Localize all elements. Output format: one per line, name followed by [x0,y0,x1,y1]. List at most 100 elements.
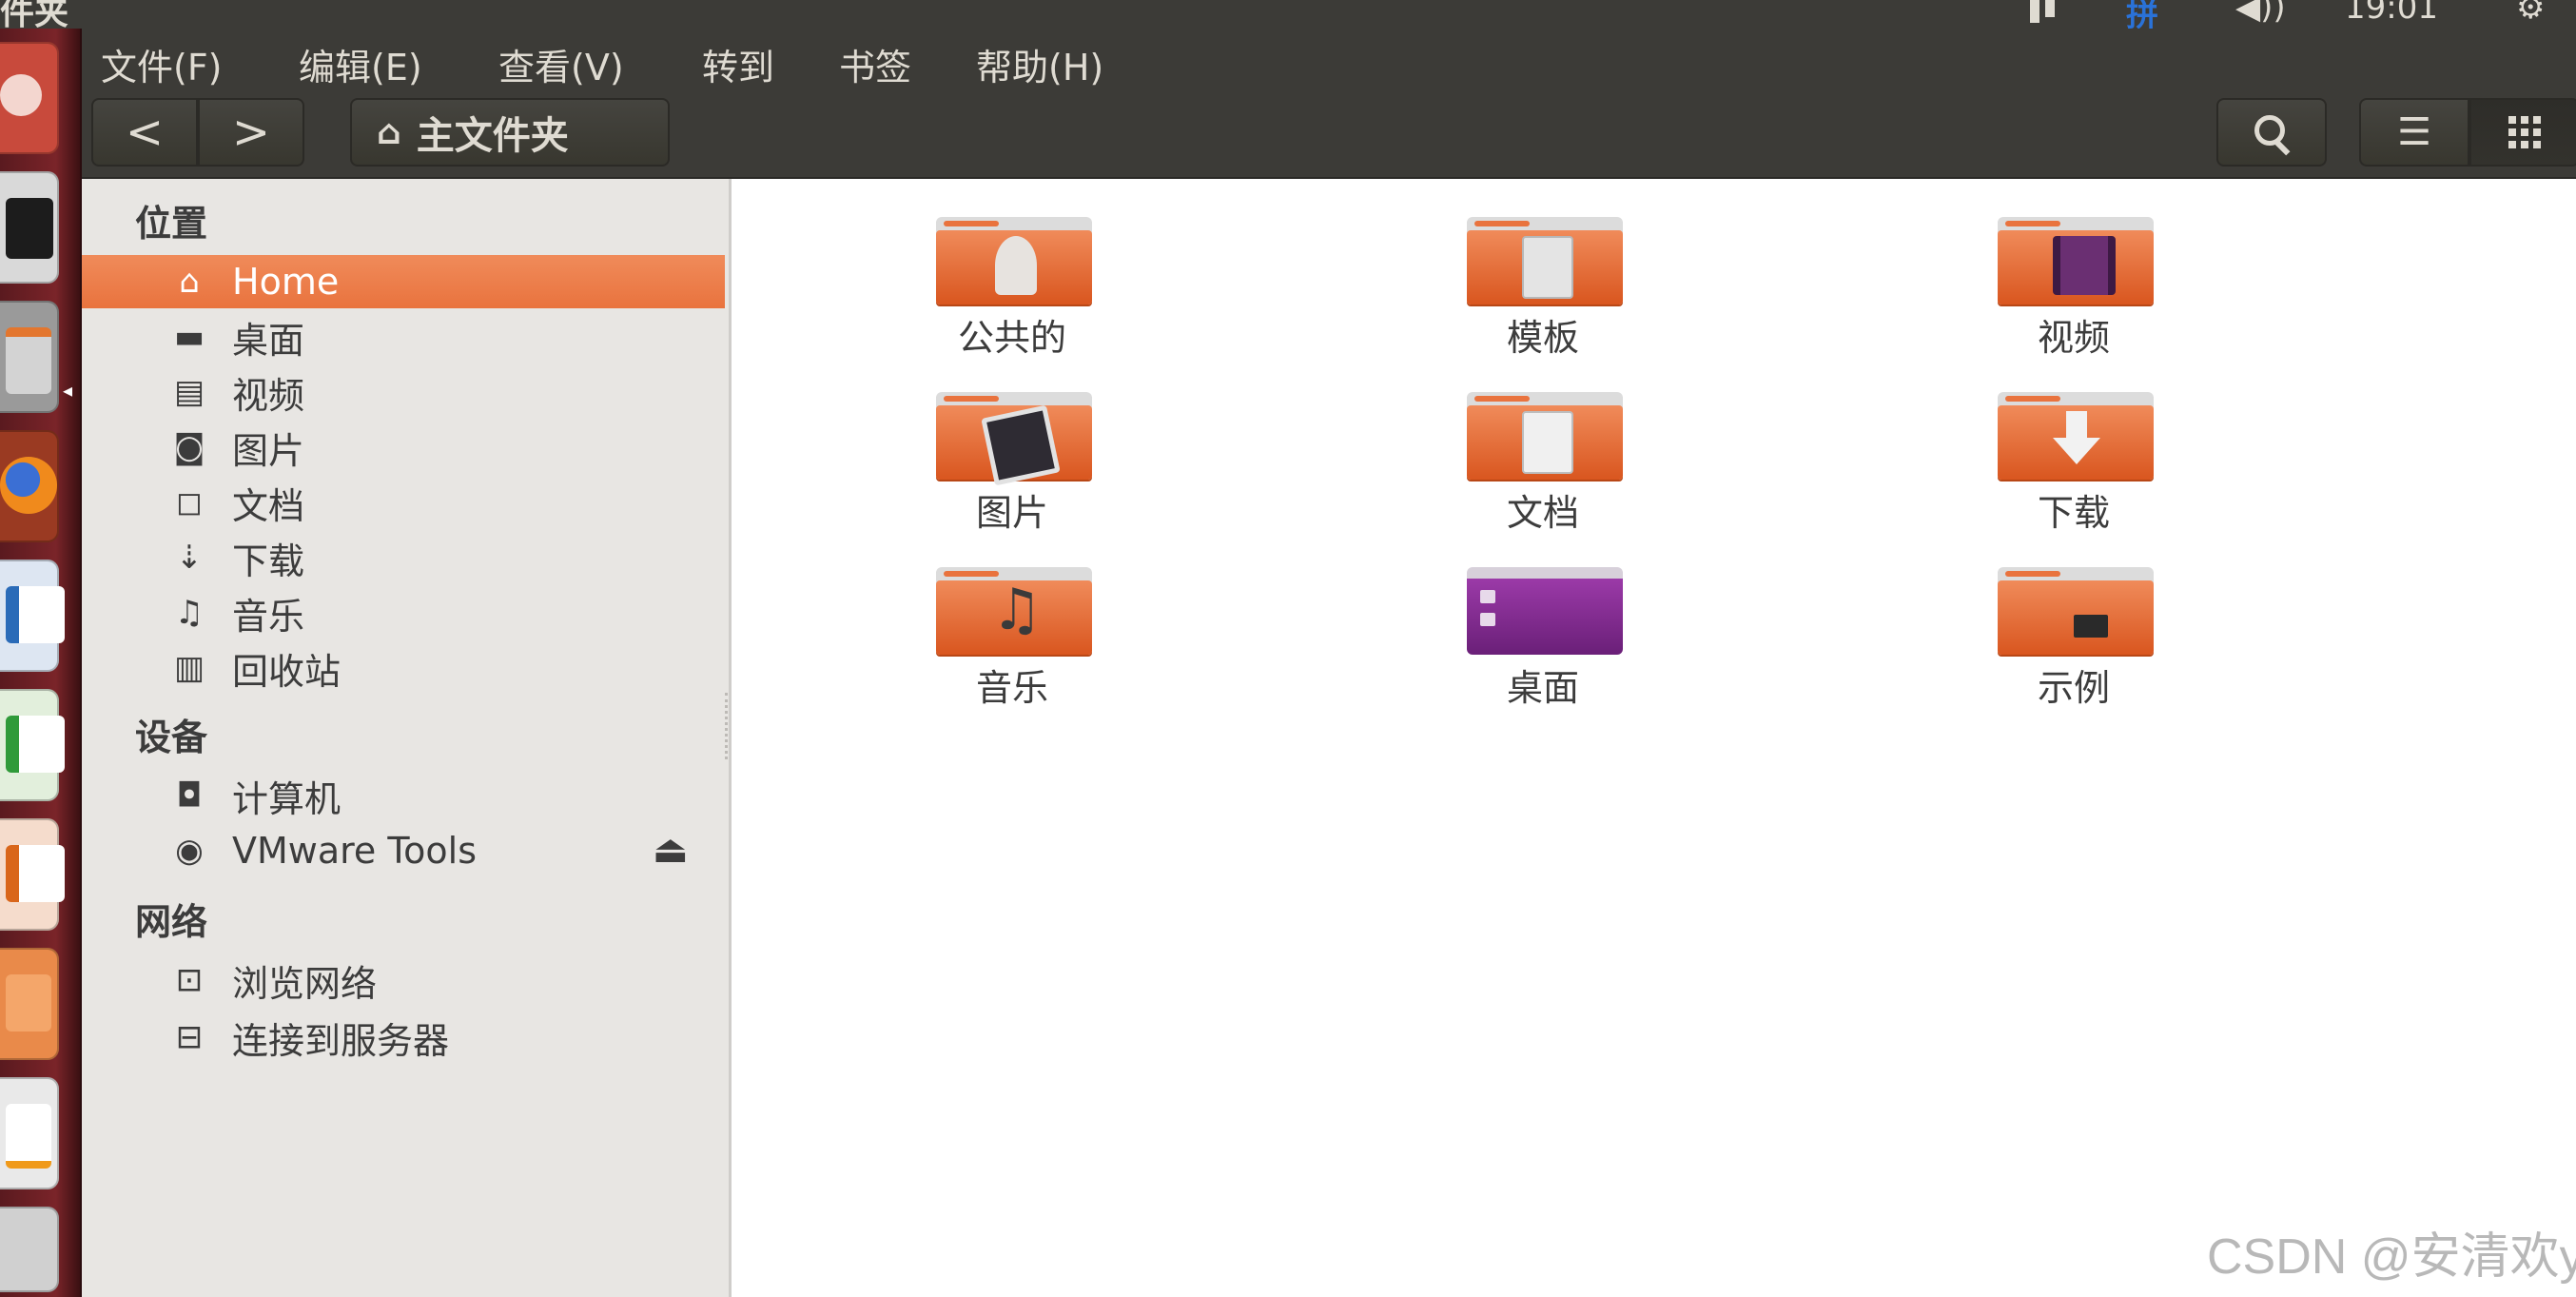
sidebar-item-videos[interactable]: ▤ 视频 [82,365,725,419]
file-item-label: 图片 [975,492,1048,534]
pictures-emblem-icon [981,404,1061,486]
network-indicator-icon[interactable] [2024,0,2062,29]
list-icon: ☰ [2397,110,2431,154]
grid-icon [2508,116,2541,148]
folder-icon [936,392,1092,486]
folder-icon [936,217,1092,305]
section-title-places: 位置 [135,203,208,245]
more-apps-icon[interactable] [0,1207,59,1292]
sidebar-item-home[interactable]: ⌂ Home [82,255,725,308]
folder-icon [1998,217,2154,305]
file-item-pictures[interactable]: 图片 [898,360,1126,534]
file-item-label: 桌面 [1506,667,1579,709]
list-view-button[interactable]: ☰ [2359,98,2469,167]
file-item-downloads[interactable]: 下载 [1960,360,2188,534]
video-emblem-icon [2053,236,2116,295]
file-item-label: 示例 [2037,667,2110,709]
software-center-icon[interactable] [0,948,59,1060]
disc-icon: ◉ [175,832,204,870]
menu-edit[interactable]: 编辑(E) [299,38,422,90]
file-view[interactable]: 公共的 模板 视频 图片 文档 下载 ♫ 音乐 桌面 示例 [732,179,2576,1297]
sidebar-item-music[interactable]: ♫ 音乐 [82,586,725,639]
input-method-indicator[interactable]: 拼 [2126,0,2158,29]
sidebar-item-computer[interactable]: ◘ 计算机 [82,769,725,822]
volume-icon[interactable]: ◀)) [2235,0,2286,27]
toolbar: < > ⌂ 主文件夹 ☰ [82,95,2576,179]
file-item-label: 下载 [2037,492,2110,534]
menu-go[interactable]: 转到 [702,38,774,90]
sidebar-item-pictures[interactable]: ◙ 图片 [82,421,725,474]
settings-gear-icon[interactable]: ⚙ [2516,0,2545,27]
file-item-music[interactable]: ♫ 音乐 [898,535,1126,709]
sidebar-item-desktop[interactable]: ▬ 桌面 [82,310,725,364]
writer-icon[interactable] [0,560,65,672]
sidebar-item-label: 图片 [232,429,305,472]
file-item-videos[interactable]: 视频 [1960,185,2188,359]
file-item-examples[interactable]: 示例 [1960,535,2188,709]
folder-icon [1998,567,2154,655]
eject-icon[interactable]: ⏏ [653,828,689,872]
symlink-emblem-icon [2053,586,2108,645]
sidebar-item-label: 连接到服务器 [232,1019,450,1062]
menu-help[interactable]: 帮助(H) [976,38,1103,90]
files-icon[interactable] [0,301,59,413]
path-bar-home-button[interactable]: ⌂ 主文件夹 [350,98,670,167]
top-panel: 件夹 拼 ◀)) 19:01 ⚙ [0,0,2576,29]
download-emblem-icon [2053,411,2100,470]
network-icon: ⊡ [175,961,204,999]
sidebar-resize-handle[interactable] [725,693,732,759]
sidebar-item-label: 浏览网络 [232,962,378,1005]
sidebar-item-label: 音乐 [232,595,305,638]
folder-icon [1467,217,1623,305]
music-emblem-icon: ♫ [991,577,1043,643]
sidebar-item-vmware-tools[interactable]: ◉ VMware Tools ⏏ [82,824,725,877]
file-item-label: 模板 [1506,317,1579,359]
section-title-devices: 设备 [135,717,208,758]
forward-button[interactable]: > [198,98,304,167]
launcher: ◂ [0,29,82,1297]
path-bar-label: 主文件夹 [416,114,569,158]
menu-bookmarks[interactable]: 书签 [839,38,911,90]
dash-icon[interactable] [0,42,59,154]
file-item-templates[interactable]: 模板 [1429,185,1657,359]
menubar: 文件(F) 编辑(E) 查看(V) 转到 书签 帮助(H) [82,29,2576,95]
sidebar-item-connect-server[interactable]: ⊟ 连接到服务器 [82,1011,725,1064]
amazon-icon[interactable] [0,1077,59,1189]
file-item-documents[interactable]: 文档 [1429,360,1657,534]
clock[interactable]: 19:01 [2345,0,2438,27]
sidebar-item-label: 回收站 [232,650,342,693]
sidebar: 位置 ⌂ Home ▬ 桌面 ▤ 视频 ◙ 图片 ◻ 文档 ⇣ 下载 ♫ 音乐 … [82,179,732,1297]
person-emblem-icon [995,236,1037,295]
file-item-public[interactable]: 公共的 [898,185,1126,359]
sidebar-item-trash[interactable]: ▥ 回收站 [82,641,725,695]
watermark: CSDN @安清欢y [2207,1229,2576,1285]
file-item-desktop[interactable]: 桌面 [1429,535,1657,709]
desktop-folder-icon [1467,567,1623,655]
documents-emblem-icon [1522,411,1573,474]
sidebar-item-browse-network[interactable]: ⊡ 浏览网络 [82,953,725,1007]
impress-icon[interactable] [0,818,65,931]
sidebar-item-downloads[interactable]: ⇣ 下载 [82,531,725,584]
menu-file[interactable]: 文件(F) [101,38,223,90]
back-button[interactable]: < [91,98,198,167]
sidebar-item-documents[interactable]: ◻ 文档 [82,476,725,529]
sidebar-item-label: VMware Tools [232,830,478,872]
file-item-label: 视频 [2037,317,2110,359]
camera-icon: ◙ [173,428,205,466]
home-icon: ⌂ [179,263,200,301]
template-emblem-icon [1522,236,1573,299]
firefox-icon[interactable] [0,430,59,542]
search-button[interactable] [2216,98,2327,167]
calc-icon[interactable] [0,689,65,801]
active-app-arrow-icon: ◂ [63,379,73,402]
music-icon: ♫ [174,594,205,632]
sidebar-item-label: Home [232,261,340,303]
video-icon: ▤ [173,373,205,411]
desktop-folder-icon: ▬ [173,318,205,356]
chevron-right-icon: > [231,106,271,159]
window-title: 件夹 [0,0,69,29]
sidebar-item-label: 视频 [232,374,305,417]
grid-view-button[interactable] [2469,98,2576,167]
terminal-icon[interactable] [0,171,59,284]
menu-view[interactable]: 查看(V) [498,38,624,90]
